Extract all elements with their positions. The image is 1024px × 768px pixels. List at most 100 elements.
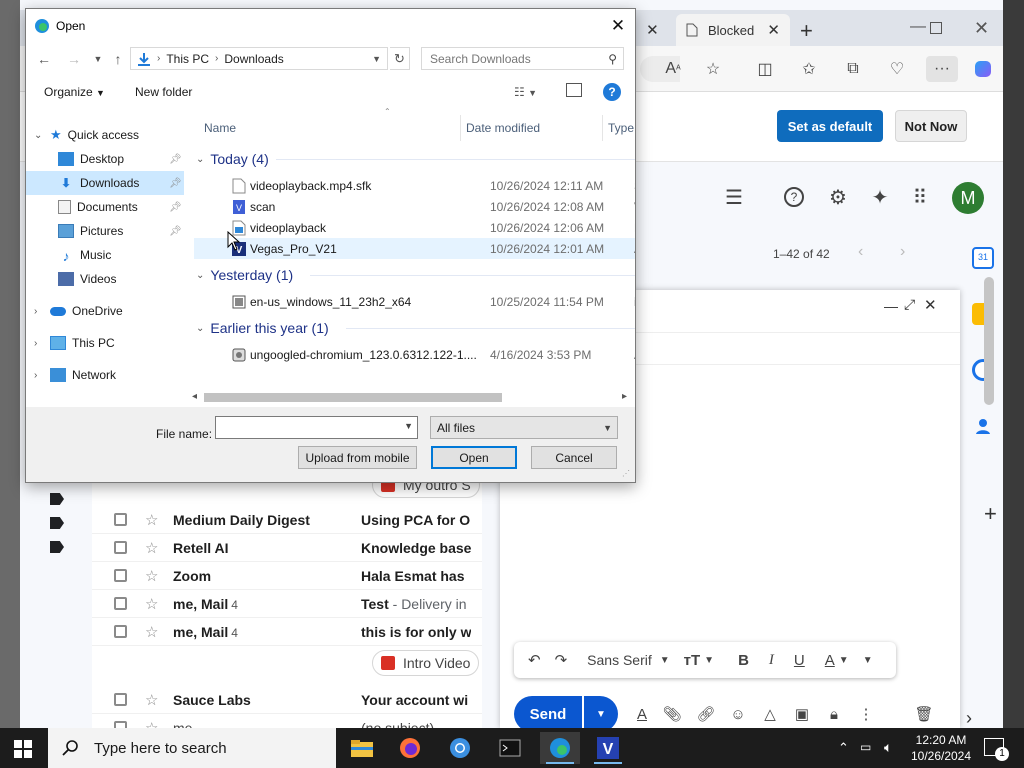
file-explorer-icon[interactable] (342, 732, 382, 764)
up-arrow-icon[interactable]: ↑ (108, 49, 128, 69)
more-formatting-icon[interactable]: ▼ (863, 655, 873, 666)
search-input[interactable]: Search Downloads ⚲ (421, 47, 624, 70)
column-header-name[interactable]: Name (204, 121, 236, 135)
gemini-sparkle-icon[interactable]: ✦ (866, 183, 894, 211)
scroll-right-icon[interactable]: ▸ (622, 391, 627, 402)
taskbar-search-box[interactable]: Type here to search (48, 728, 336, 768)
close-dialog-icon[interactable]: ✕ (604, 15, 632, 37)
prev-page-icon[interactable]: ‹ (858, 243, 863, 261)
nav-network[interactable]: › Network (26, 363, 184, 387)
star-icon[interactable]: ☆ (145, 539, 161, 557)
emoji-icon[interactable]: ☺ (726, 702, 750, 726)
star-icon[interactable]: ☆ (145, 691, 161, 709)
row-checkbox[interactable] (114, 625, 127, 638)
send-button[interactable]: Send (514, 696, 582, 728)
help-icon[interactable]: ? (603, 83, 621, 101)
insert-link-icon[interactable]: 🔗︎ (694, 702, 718, 726)
maximize-icon[interactable] (930, 22, 942, 34)
contacts-icon[interactable] (972, 415, 994, 437)
expanded-chevron-icon[interactable]: ⌄ (34, 130, 42, 141)
breadcrumb-item[interactable]: Downloads (224, 52, 283, 66)
terminal-icon[interactable] (490, 732, 530, 764)
group-header-earlier-this-year[interactable]: ⌄ Earlier this year (1) (196, 318, 635, 338)
row-checkbox[interactable] (114, 569, 127, 582)
drive-icon[interactable]: △ (758, 702, 782, 726)
close-tab-icon[interactable]: ✕ (767, 21, 780, 39)
chevron-down-icon[interactable]: ▼ (372, 54, 381, 64)
volume-muted-icon[interactable]: 🔈︎ (884, 739, 892, 756)
close-window-icon[interactable]: ✕ (974, 18, 989, 39)
row-checkbox[interactable] (114, 693, 127, 706)
underline-icon[interactable]: U (794, 652, 805, 669)
recent-locations-icon[interactable]: ▼ (88, 49, 108, 69)
filter-sliders-icon[interactable]: ☰ (720, 183, 748, 211)
scrollbar-thumb[interactable] (204, 393, 502, 402)
collapse-panel-icon[interactable]: › (966, 708, 972, 728)
breadcrumb-item[interactable]: This PC (166, 52, 209, 66)
nav-pictures[interactable]: Pictures 📌︎ (26, 219, 184, 243)
collapsed-chevron-icon[interactable]: › (34, 338, 37, 349)
column-separator[interactable] (602, 115, 603, 141)
chromium-icon[interactable] (440, 732, 480, 764)
chevron-down-icon[interactable]: ▼ (660, 655, 670, 666)
upload-from-mobile-button[interactable]: Upload from mobile (298, 446, 417, 469)
file-row[interactable]: videoplayback.mp4.sfk 10/26/2024 12:11 A… (194, 175, 635, 196)
new-tab-icon[interactable]: + (800, 18, 813, 44)
more-options-icon[interactable]: ··· (926, 56, 958, 82)
open-button[interactable]: Open (431, 446, 517, 469)
label-tag-icon[interactable] (50, 493, 64, 505)
minimize-compose-icon[interactable]: — (884, 298, 898, 314)
mail-row[interactable]: ☆ me, Mail 4 Test - Delivery in (92, 590, 482, 618)
redo-icon[interactable]: ↷ (555, 651, 568, 669)
nav-quick-access[interactable]: ⌄ ★ Quick access (26, 123, 184, 147)
file-name-input[interactable]: ▼ (215, 416, 418, 439)
close-compose-icon[interactable]: ✕ (924, 296, 937, 314)
star-icon[interactable]: ☆ (145, 595, 161, 613)
file-row[interactable]: V scan 10/26/2024 12:08 AM VEG F (194, 196, 635, 217)
star-icon[interactable]: ☆ (145, 567, 161, 585)
windows-start-icon[interactable] (14, 740, 32, 758)
row-checkbox[interactable] (114, 597, 127, 610)
show-hidden-icons-icon[interactable]: ⌃ (838, 740, 849, 756)
set-as-default-button[interactable]: Set as default (777, 110, 883, 142)
not-now-button[interactable]: Not Now (895, 110, 967, 142)
nav-videos[interactable]: Videos (26, 267, 184, 291)
browser-tab-blocked[interactable]: Blocked ✕ (676, 14, 790, 46)
nav-onedrive[interactable]: › OneDrive (26, 299, 184, 323)
favorites-icon[interactable]: ✩ (796, 56, 822, 82)
row-checkbox[interactable] (114, 541, 127, 554)
next-page-icon[interactable]: › (900, 243, 905, 261)
firefox-icon[interactable] (390, 732, 430, 764)
nav-desktop[interactable]: Desktop 📌︎ (26, 147, 184, 171)
nav-documents[interactable]: Documents 📌︎ (26, 195, 184, 219)
expand-compose-icon[interactable]: ⤢ (904, 296, 915, 313)
font-family-select[interactable]: Sans Serif (587, 652, 652, 668)
split-screen-icon[interactable]: ◫ (752, 56, 778, 82)
notification-center-icon[interactable]: 1 (984, 738, 1009, 761)
nav-downloads[interactable]: ⬇ Downloads 📌︎ (26, 171, 184, 195)
network-tray-icon[interactable]: ▭ (860, 740, 871, 754)
italic-icon[interactable]: I (769, 652, 774, 669)
minimize-icon[interactable]: — (910, 18, 926, 36)
view-options-icon[interactable]: ☷ ▼ (514, 85, 537, 99)
file-type-select[interactable]: All files ▼ (430, 416, 618, 439)
calendar-icon[interactable]: 31 (972, 247, 994, 269)
file-row[interactable]: videoplayback 10/26/2024 12:06 AM MP4 (194, 217, 635, 238)
close-tab-icon[interactable]: ✕ (646, 21, 659, 39)
collections-icon[interactable]: ⧉ (840, 56, 866, 82)
new-folder-button[interactable]: New folder (135, 85, 192, 99)
mail-row[interactable]: ☆ Retell AI Knowledge base (92, 534, 482, 562)
undo-icon[interactable]: ↶ (528, 651, 541, 669)
confidential-mode-icon[interactable]: 🔒︎ (822, 702, 846, 726)
add-addon-icon[interactable]: + (984, 501, 997, 527)
organize-menu[interactable]: Organize ▼ (44, 85, 105, 99)
discard-draft-icon[interactable]: 🗑︎ (912, 702, 936, 726)
apps-grid-icon[interactable]: ⠿ (906, 183, 934, 211)
group-header-yesterday[interactable]: ⌄ Yesterday (1) (196, 265, 635, 285)
mail-row[interactable]: ☆ Medium Daily Digest Using PCA for O (92, 506, 482, 534)
star-icon[interactable]: ☆ (145, 511, 161, 529)
scroll-left-icon[interactable]: ◂ (192, 391, 197, 402)
preview-pane-icon[interactable] (566, 83, 582, 97)
horizontal-scrollbar[interactable]: ◂ ▸ (190, 389, 635, 406)
collapsed-chevron-icon[interactable]: › (34, 370, 37, 381)
